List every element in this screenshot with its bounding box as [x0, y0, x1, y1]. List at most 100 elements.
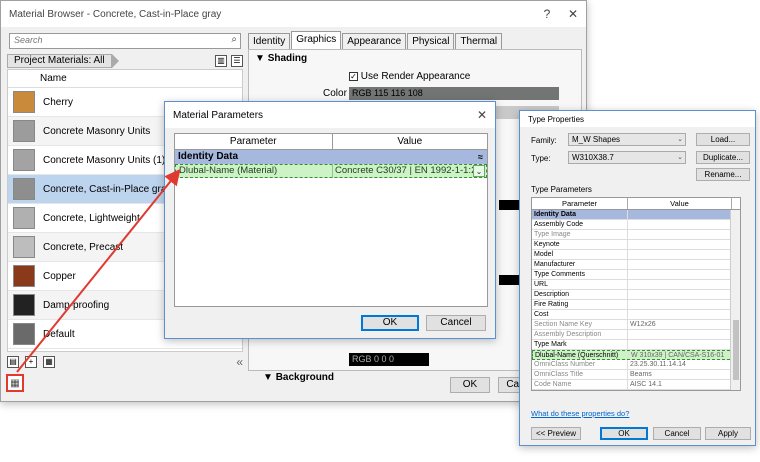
column-value[interactable]: Value	[628, 198, 732, 209]
table-row[interactable]: Section Name Key W12x26	[532, 320, 740, 330]
table-row[interactable]: Type Mark	[532, 340, 740, 350]
table-row[interactable]: Dlubal-Name (Querschnitt) W 310x39 | CAN/…	[532, 350, 740, 360]
group-label: Identity Data	[178, 151, 239, 162]
tab-appearance[interactable]: Appearance	[342, 33, 407, 49]
table-row[interactable]: OmniClass Title Beams	[532, 370, 740, 380]
value-cell[interactable]	[628, 240, 728, 249]
cut-pattern-color-field[interactable]: RGB 0 0 0	[349, 353, 429, 366]
preview-button[interactable]: << Preview	[531, 427, 581, 440]
value-cell[interactable]	[628, 260, 728, 269]
table-row[interactable]: Identity Data	[532, 210, 740, 220]
ok-button[interactable]: OK	[450, 377, 490, 393]
use-render-appearance-row[interactable]: ✓ Use Render Appearance	[349, 71, 470, 82]
column-value[interactable]: Value	[333, 134, 488, 149]
rename-button[interactable]: Rename...	[696, 168, 750, 181]
list-header-name[interactable]: Name	[8, 70, 242, 88]
background-section[interactable]: ▼ Background	[257, 369, 340, 386]
load-button[interactable]: Load...	[696, 133, 750, 146]
dlubal-name-parameter: Dlubal-Name (Material)	[176, 165, 333, 177]
help-link[interactable]: What do these properties do?	[531, 409, 629, 418]
close-button[interactable]: ✕	[469, 108, 495, 122]
value-cell[interactable]	[628, 300, 728, 309]
column-parameter[interactable]: Parameter	[175, 134, 333, 149]
use-render-appearance-label: Use Render Appearance	[360, 71, 471, 82]
grid-header: Parameter Value	[175, 134, 487, 150]
table-row[interactable]: Keynote	[532, 240, 740, 250]
value-cell[interactable]	[628, 210, 728, 219]
project-materials-filter[interactable]: Project Materials: All	[7, 53, 112, 68]
table-row[interactable]: Type Comments	[532, 270, 740, 280]
search-icon[interactable]: ⌕	[231, 34, 237, 45]
material-browser-toolbar: ▤ + ▦ «	[7, 355, 243, 369]
value-cell[interactable]	[628, 270, 728, 279]
open-asset-browser-icon[interactable]: ▦	[43, 356, 55, 368]
dlubal-name-value[interactable]: Concrete C30/37 | EN 1992-1-1:2004/A	[333, 165, 473, 177]
value-dropdown-icon[interactable]: ⌄	[473, 165, 485, 177]
parameter-cell: Assembly Code	[532, 220, 628, 229]
material-name: Copper	[43, 270, 76, 282]
tab-thermal[interactable]: Thermal	[455, 33, 503, 49]
table-row[interactable]: Model	[532, 250, 740, 260]
type-select[interactable]: W310X38.7 ⌄	[568, 151, 686, 164]
help-button[interactable]: ?	[534, 7, 560, 21]
collapse-icon[interactable]: «	[236, 355, 243, 369]
column-parameter[interactable]: Parameter	[532, 198, 628, 209]
material-swatch	[13, 294, 35, 316]
value-cell[interactable]	[628, 250, 728, 259]
value-cell[interactable]	[628, 230, 728, 239]
value-cell[interactable]	[628, 340, 728, 349]
table-row[interactable]: Type Image	[532, 230, 740, 240]
table-row[interactable]: Assembly Code	[532, 220, 740, 230]
value-cell[interactable]: W 310x39 | CAN/CSA-S16-01	[629, 351, 729, 359]
collapse-chevron-icon[interactable]: ≈	[478, 150, 483, 164]
material-parameters-dialog: Material Parameters ✕ Parameter Value Id…	[164, 101, 496, 339]
value-cell[interactable]: W12x26	[628, 320, 728, 329]
create-material-icon[interactable]: +	[25, 356, 37, 368]
table-row[interactable]: Fire Rating	[532, 300, 740, 310]
type-label: Type:	[531, 154, 551, 163]
table-row[interactable]: Description	[532, 290, 740, 300]
asset-library-icon[interactable]: ▤	[7, 356, 19, 368]
tab-physical[interactable]: Physical	[407, 33, 455, 49]
duplicate-button[interactable]: Duplicate...	[696, 151, 750, 164]
value-cell[interactable]	[628, 310, 728, 319]
ok-button[interactable]: OK	[600, 427, 648, 440]
dlubal-name-row[interactable]: Dlubal-Name (Material) Concrete C30/37 |…	[175, 164, 487, 178]
value-cell[interactable]	[628, 280, 728, 289]
material-browser-titlebar: Material Browser - Concrete, Cast-in-Pla…	[1, 1, 586, 27]
checkbox-checked-icon[interactable]: ✓	[349, 72, 358, 81]
tp-scrollbar[interactable]	[730, 210, 740, 390]
parameter-cell: Identity Data	[532, 210, 628, 219]
family-select[interactable]: M_W Shapes ⌄	[568, 133, 686, 146]
identity-data-group[interactable]: Identity Data ≈	[175, 150, 487, 164]
scrollbar-thumb[interactable]	[733, 320, 739, 380]
tab-graphics[interactable]: Graphics	[291, 31, 342, 49]
ok-button[interactable]: OK	[361, 315, 419, 331]
cancel-button[interactable]: Cancel	[426, 315, 486, 331]
shading-color-field[interactable]: RGB 115 116 108	[349, 87, 559, 100]
close-button[interactable]: ✕	[560, 7, 586, 21]
value-cell[interactable]: 23.25.30.11.14.14	[628, 360, 728, 369]
view-options-icon[interactable]: ☰	[231, 54, 243, 67]
show-hide-library-icon[interactable]: ▥	[215, 54, 227, 67]
material-parameters-button[interactable]: ▦	[6, 374, 24, 392]
type-properties-dialog: Type Properties Family: M_W Shapes ⌄ Loa…	[519, 110, 756, 446]
apply-button[interactable]: Apply	[705, 427, 751, 440]
tab-identity[interactable]: Identity	[248, 33, 291, 49]
material-swatch	[13, 265, 35, 287]
material-name: Default	[43, 328, 75, 340]
table-row[interactable]: OmniClass Number 23.25.30.11.14.14	[532, 360, 740, 370]
value-cell[interactable]: Beams	[628, 370, 728, 379]
value-cell[interactable]	[628, 220, 728, 229]
material-search-input[interactable]: Search ⌕	[9, 33, 241, 49]
table-row[interactable]: URL	[532, 280, 740, 290]
table-row[interactable]: Cost	[532, 310, 740, 320]
table-row[interactable]: Code Name AISC 14.1	[532, 380, 740, 390]
shading-section[interactable]: ▼ Shading	[249, 50, 581, 67]
value-cell[interactable]	[628, 330, 728, 339]
cancel-button[interactable]: Cancel	[653, 427, 701, 440]
value-cell[interactable]	[628, 290, 728, 299]
table-row[interactable]: Manufacturer	[532, 260, 740, 270]
value-cell[interactable]: AISC 14.1	[628, 380, 728, 389]
table-row[interactable]: Assembly Description	[532, 330, 740, 340]
